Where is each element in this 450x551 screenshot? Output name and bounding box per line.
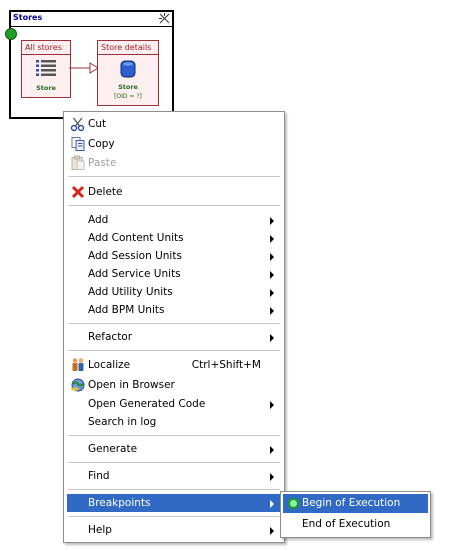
browser-globe-icon — [71, 378, 85, 392]
submenu-arrow-icon — [270, 473, 274, 481]
menu-item-open-in-browser[interactable]: Open in Browser — [67, 376, 281, 394]
home-page-marker-icon — [5, 28, 17, 40]
submenu-arrow-icon — [270, 401, 274, 409]
menu-item-cut[interactable]: Cut — [67, 115, 281, 133]
menu-item-help[interactable]: Help — [67, 521, 281, 539]
submenu-arrow-icon — [270, 289, 274, 297]
unit-selector-label: [OID = ?] — [114, 93, 142, 100]
copy-icon — [71, 137, 85, 151]
shortcut-label: Ctrl+Shift+M — [191, 359, 261, 371]
submenu-arrow-icon — [270, 500, 274, 508]
menu-item-open-generated-code[interactable]: Open Generated Code — [67, 395, 281, 413]
page-frame-header: Stores — [11, 12, 172, 27]
menu-separator — [68, 176, 280, 177]
unit-title: All stores — [22, 41, 70, 55]
menu-item-add-bpm-units[interactable]: Add BPM Units — [67, 301, 281, 319]
menu-item-delete[interactable]: Delete — [67, 183, 281, 201]
menu-item-localize[interactable]: Localize Ctrl+Shift+M — [67, 356, 281, 374]
submenu-arrow-icon — [270, 235, 274, 243]
menu-item-add-service-units[interactable]: Add Service Units — [67, 265, 281, 283]
link-arrow[interactable] — [69, 62, 99, 74]
menu-item-search-in-log[interactable]: Search in log — [67, 413, 281, 431]
breakpoint-active-icon — [288, 498, 299, 509]
paste-icon — [71, 155, 85, 170]
menu-separator — [68, 489, 280, 490]
submenu-arrow-icon — [270, 253, 274, 261]
unit-store-details[interactable]: Store details Store [OID = ?] — [97, 40, 159, 106]
menu-item-paste: Paste — [67, 154, 281, 172]
submenu-arrow-icon — [270, 271, 274, 279]
menu-separator — [68, 350, 280, 351]
submenu-arrow-icon — [270, 334, 274, 342]
menu-item-add[interactable]: Add — [67, 211, 281, 229]
submenu-arrow-icon — [270, 527, 274, 535]
unit-all-stores[interactable]: All stores Store — [21, 40, 71, 98]
breakpoints-submenu: Begin of Execution End of Execution — [280, 491, 431, 538]
menu-separator — [68, 516, 280, 517]
delete-icon — [71, 185, 85, 199]
menu-separator — [68, 435, 280, 436]
scissors-icon — [70, 117, 85, 132]
localize-people-icon — [72, 358, 84, 371]
submenu-arrow-icon — [270, 217, 274, 225]
submenu-item-begin-of-execution[interactable]: Begin of Execution — [283, 494, 428, 513]
menu-item-add-utility-units[interactable]: Add Utility Units — [67, 283, 281, 301]
menu-separator — [68, 323, 280, 324]
menu-item-add-session-units[interactable]: Add Session Units — [67, 247, 281, 265]
menu-item-add-content-units[interactable]: Add Content Units — [67, 229, 281, 247]
menu-separator — [68, 205, 280, 206]
index-unit-icon — [36, 60, 56, 76]
submenu-arrow-icon — [270, 446, 274, 454]
unit-entity-label: Store — [36, 84, 56, 92]
data-unit-icon — [120, 60, 136, 78]
unit-title: Store details — [98, 41, 158, 55]
menu-item-find[interactable]: Find — [67, 467, 281, 485]
submenu-arrow-icon — [270, 307, 274, 315]
menu-item-breakpoints[interactable]: Breakpoints — [67, 494, 281, 512]
pin-icon[interactable] — [159, 13, 170, 24]
menu-item-generate[interactable]: Generate — [67, 440, 281, 458]
page-frame[interactable]: Stores All stores Store Store details St… — [5, 10, 179, 124]
menu-separator — [68, 462, 280, 463]
submenu-item-end-of-execution[interactable]: End of Execution — [283, 515, 428, 534]
page-frame-title: Stores — [13, 13, 43, 22]
menu-item-copy[interactable]: Copy — [67, 135, 281, 153]
menu-item-refactor[interactable]: Refactor — [67, 328, 281, 346]
unit-entity-label: Store — [118, 83, 138, 91]
context-menu: Cut Copy Paste Delete Add Add Content Un — [63, 111, 285, 543]
